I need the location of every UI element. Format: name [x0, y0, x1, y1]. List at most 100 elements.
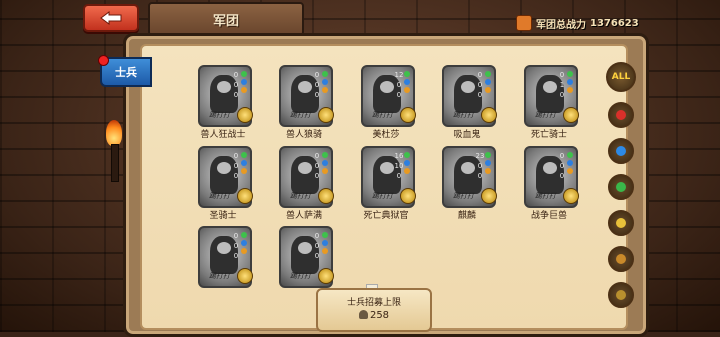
recruit-cap-label: 士兵招募上限: [346, 298, 401, 308]
unit-gems: [241, 152, 247, 174]
stat-gem-icon: [241, 248, 247, 254]
unit-stat: 0: [233, 232, 239, 240]
stat-gem-icon: [241, 152, 247, 158]
unit-card[interactable]: 0 0 0 踢打打圣骑士: [193, 146, 267, 236]
unit-face-icon: [217, 242, 231, 254]
light-icon: [616, 218, 626, 228]
stat-gem-icon: [485, 79, 491, 85]
unit-card[interactable]: 0 0 0 踢打打 兽人萨满: [274, 146, 348, 236]
back-button[interactable]: [83, 4, 139, 32]
unit-face-icon: [217, 162, 231, 174]
unit-stats: 23 0 0: [475, 152, 485, 181]
unit-face-icon: [543, 162, 557, 174]
unit-stats: 0 0 0: [475, 71, 485, 100]
tab-soldier[interactable]: 士兵: [98, 55, 152, 87]
unit-signature: 踢打打: [290, 192, 311, 200]
unit-stat: 0: [314, 81, 320, 89]
stat-gem-icon: [404, 79, 410, 85]
unit-stat: 0: [233, 162, 239, 170]
unit-signature: 踢打打: [453, 111, 474, 119]
unit-signature: 踢打打: [209, 272, 230, 280]
power-value: 1376623: [590, 17, 639, 29]
unit-face-icon: [298, 162, 312, 174]
rank-badge-icon: [237, 107, 253, 123]
tab-soldier-label: 士兵: [115, 66, 137, 79]
unit-signature: 踢打打: [209, 192, 230, 200]
unit-gems: [404, 71, 410, 93]
unit-face-icon: [461, 81, 475, 93]
stat-gem-icon: [567, 71, 573, 77]
unit-name: 兽人狼骑: [285, 130, 322, 140]
stat-gem-icon: [322, 232, 328, 238]
unit-name: 兽人萨满: [285, 211, 322, 221]
stat-gem-icon: [322, 160, 328, 166]
unit-stat: 0: [233, 71, 239, 79]
unit-gems: [241, 232, 247, 254]
unit-stats: 0 0 0: [231, 71, 241, 100]
filter-nature-button[interactable]: [608, 174, 634, 200]
unit-card[interactable]: 0 0 0 踢打打: [193, 226, 267, 316]
unit-face-icon: [461, 162, 475, 174]
recruit-cap-value: 258: [369, 310, 390, 321]
filter-light-button[interactable]: [608, 210, 634, 236]
unit-name: 战争巨兽: [530, 211, 567, 221]
earth-icon: [616, 254, 626, 264]
stat-gem-icon: [322, 152, 328, 158]
unit-gems: [322, 232, 328, 254]
unit-stats: 0 0 0: [312, 232, 322, 261]
unit-gems: [322, 152, 328, 174]
unit-stat: 0: [233, 252, 239, 260]
unit-stat: 0: [314, 232, 320, 240]
filter-fire-button[interactable]: [608, 102, 634, 128]
filter-dark-button[interactable]: [608, 282, 634, 308]
torch-icon: [106, 120, 122, 182]
unit-stats: 12 0 0: [394, 71, 404, 100]
unit-stat: 0: [314, 71, 320, 79]
unit-stat: 0: [477, 162, 483, 170]
rank-badge-icon: [318, 188, 334, 204]
unit-card[interactable]: 0 0 0 踢打打 兽人狼骑: [274, 65, 348, 155]
unit-card[interactable]: 0 1 0 踢打打 死亡骑士: [519, 65, 593, 155]
unit-card[interactable]: 0 0 0 踢打打 战争巨兽: [519, 146, 593, 236]
unit-signature: 踢打打: [209, 111, 230, 119]
stat-gem-icon: [322, 87, 328, 93]
unit-card[interactable]: 23 0 0 踢打打 麒麟: [437, 146, 511, 236]
stat-gem-icon: [485, 160, 491, 166]
filter-earth-button[interactable]: [608, 246, 634, 272]
fire-icon: [616, 110, 626, 120]
unit-card[interactable]: 12 0 0 踢打打 美杜莎: [356, 65, 430, 155]
nature-icon: [616, 182, 626, 192]
unit-card[interactable]: 0 0 0 踢打打 吸血鬼: [437, 65, 511, 155]
unit-stat: 16: [394, 152, 404, 160]
unit-stat: 0: [477, 71, 483, 79]
stat-gem-icon: [485, 87, 491, 93]
unit-name: 死亡典狱官: [363, 211, 409, 221]
stat-gem-icon: [241, 240, 247, 246]
recruit-cap-value-row: 258: [318, 310, 430, 321]
unit-stat: 0: [314, 162, 320, 170]
page-title-tab: 军团: [148, 2, 304, 36]
unit-stat: 0: [477, 91, 483, 99]
stat-gem-icon: [567, 160, 573, 166]
unit-gems: [404, 152, 410, 174]
unit-card[interactable]: 16 10 0 踢打打 死亡典狱官: [356, 146, 430, 236]
unit-stat: 0: [314, 91, 320, 99]
unit-signature: 踢打打: [372, 111, 393, 119]
rank-badge-icon: [563, 107, 579, 123]
filter-water-button[interactable]: [608, 138, 634, 164]
unit-stat: 0: [559, 162, 565, 170]
unit-stat: 0: [233, 81, 239, 89]
back-arrow-icon: [100, 11, 122, 25]
unit-card[interactable]: 0 0 0 踢打打兽人狂战士: [193, 65, 267, 155]
power-icon: [516, 15, 532, 31]
stat-gem-icon: [404, 87, 410, 93]
rank-badge-icon: [481, 107, 497, 123]
unit-signature: 踢打打: [535, 192, 556, 200]
unit-gems: [485, 152, 491, 174]
unit-name: 兽人狂战士: [200, 130, 246, 140]
stat-gem-icon: [567, 152, 573, 158]
unit-name: 圣骑士: [209, 211, 237, 221]
page-title: 军团: [212, 13, 239, 29]
unit-stats: 0 0 0: [231, 152, 241, 181]
filter-all-button[interactable]: ALL: [606, 62, 636, 92]
